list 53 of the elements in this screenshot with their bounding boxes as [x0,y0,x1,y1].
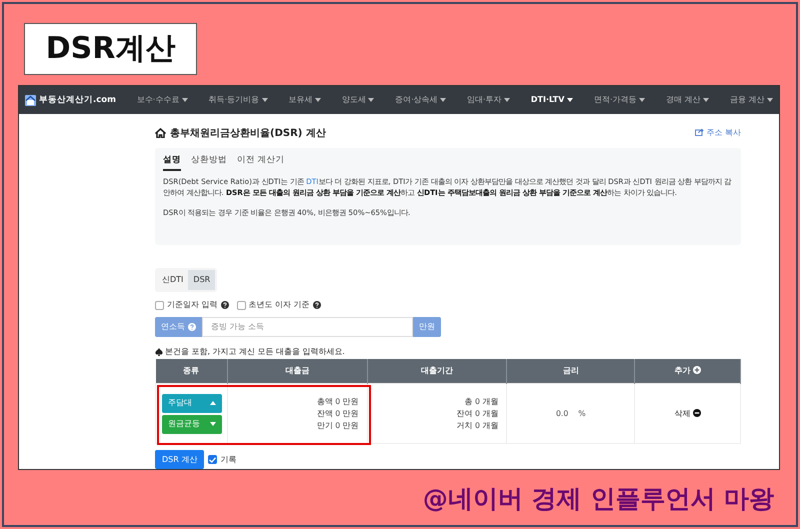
checkbox[interactable] [155,300,164,310]
mode-tab[interactable]: 신DTI [157,270,188,290]
nav-dropdown[interactable]: 보수·수수료 [136,94,188,106]
caret-down-icon [210,422,216,426]
home-icon [155,128,166,138]
checkbox[interactable] [236,300,246,310]
nav-dropdown[interactable]: 증여·상속세 [395,94,446,106]
info-tab[interactable]: 설명 [163,154,181,171]
nav-dropdown[interactable]: 금융 계산 [730,94,773,106]
share-icon [695,128,704,136]
caret-down-icon [567,98,574,102]
help-icon [188,323,196,331]
nav-dropdown[interactable]: 경매 계산 [666,94,709,106]
slide-title: DSR계산 [24,23,197,75]
share-link[interactable]: 주소 복사 [695,127,741,139]
caret-down-icon [262,98,268,102]
spade-icon [155,348,163,356]
nav-dropdown[interactable]: 면적·가격등 [594,94,646,106]
caret-down-icon [182,98,188,102]
unit-label: 만원 [413,317,441,337]
income-label: 연소득 [155,317,202,337]
mode-tab[interactable]: DSR [188,270,216,290]
page-title: 총부채원리금상환비율(DSR) 계산 [170,126,326,140]
credit-caption: @네이버 경제 인플루언서 마왕 [422,483,774,515]
info-tab[interactable]: 상환방법 [191,154,227,171]
info-tab[interactable]: 이전 계산기 [237,154,285,171]
nav-dropdown[interactable]: 임대·투자 [467,94,510,106]
caret-down-icon [639,98,646,102]
nav-dropdown[interactable]: 취득·등기비용 [208,94,268,106]
nav-dropdown[interactable]: DTI·LTV [530,94,574,106]
caret-down-icon [702,98,709,102]
remove-icon [692,408,701,417]
caret-down-icon [368,98,374,102]
brand-link[interactable]: 부동산계산기.com [25,94,116,106]
caret-down-icon [315,98,322,102]
nav-dropdown[interactable]: 양도세 [342,94,374,106]
check-icon [209,456,216,463]
income-input[interactable]: 증빙 가능 소득 [202,317,413,337]
add-icon [692,366,701,374]
nav-dropdown[interactable]: 보유세 [288,94,322,106]
checkbox-label: 기준일자 입력 [167,299,218,311]
calculate-button[interactable]: DSR 계산 [155,450,204,469]
checkbox-label: 초년도 이자 기준 [248,299,310,311]
logo-icon [25,94,36,106]
help-icon [312,301,321,309]
caret-up-icon [210,401,216,406]
caret-down-icon [440,98,446,102]
caret-down-icon [504,98,510,102]
checkbox-label: 기록 [220,454,236,466]
repayment-dropdown[interactable]: 원금균등 [162,414,222,434]
caret-down-icon [766,98,773,102]
checkbox[interactable] [208,455,218,464]
help-icon [220,301,229,309]
